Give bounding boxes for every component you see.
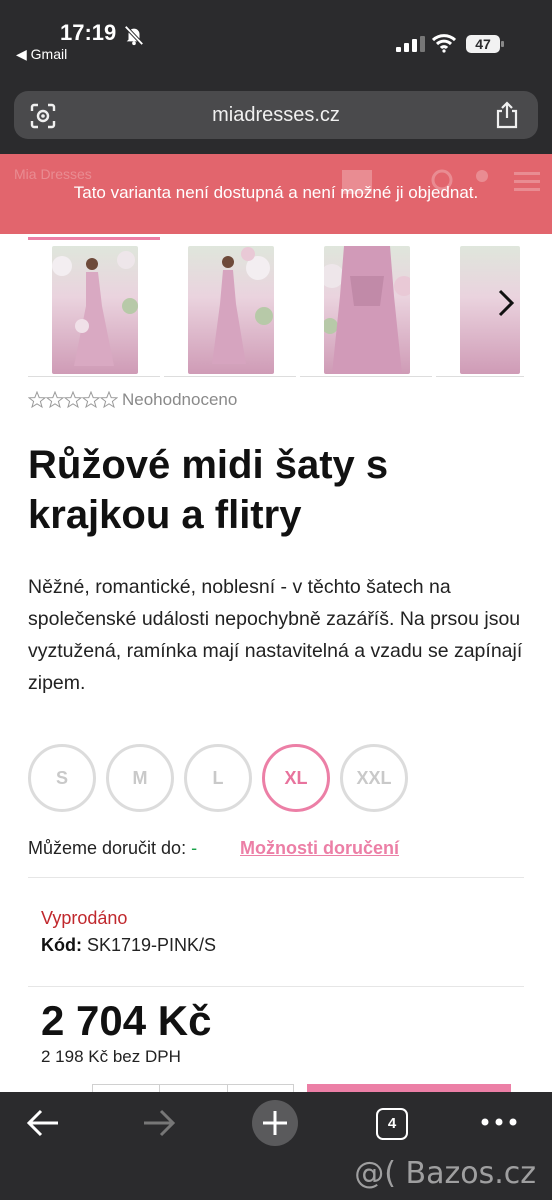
rating-label: Neohodnoceno (122, 390, 238, 409)
url-text[interactable]: miadresses.cz (14, 104, 538, 127)
status-time: 17:19 (60, 20, 117, 45)
size-option-xxl[interactable]: XXL (340, 744, 408, 812)
dress-photo-detail (324, 246, 410, 374)
back-arrow-icon[interactable] (26, 1108, 60, 1138)
product-code-label: Kód: (41, 935, 82, 955)
product-price: 2 704 Kč (41, 997, 212, 1044)
size-option-m[interactable]: M (106, 744, 174, 812)
dress-photo-side (188, 246, 274, 374)
product-code: Kód: SK1719-PINK/S (41, 935, 216, 956)
plus-icon (263, 1111, 287, 1135)
share-icon[interactable] (494, 101, 520, 129)
divider (28, 877, 524, 878)
empty-stars-icon (28, 391, 118, 409)
unavailable-variant-banner: Mia Dresses Tato varianta není dostupná … (0, 154, 552, 234)
size-option-xl[interactable]: XL (262, 744, 330, 812)
muted-bell-icon (124, 25, 144, 46)
delivery-options-link[interactable]: Možnosti doručení (240, 838, 399, 859)
status-bar: 17:19 ◀ Gmail 47 (0, 0, 552, 78)
battery-indicator: 47 (466, 35, 504, 53)
price-without-vat: 2 198 Kč bez DPH (41, 1047, 181, 1066)
product-code-value: SK1719-PINK/S (87, 935, 217, 955)
product-rating: Neohodnoceno (28, 388, 237, 412)
bazos-watermark: @( Bazos.cz (354, 1156, 536, 1191)
new-tab-button[interactable] (252, 1100, 298, 1146)
size-option-l[interactable]: L (184, 744, 252, 812)
product-thumbnail-2[interactable] (164, 240, 296, 377)
cellular-signal-icon (396, 36, 425, 52)
banner-message: Tato varianta není dostupná a není možné… (73, 183, 479, 202)
dress-photo-front (52, 246, 138, 374)
browser-chrome: miadresses.cz (0, 78, 552, 154)
site-logo-behind-banner: Mia Dresses (14, 166, 92, 182)
product-description: Něžné, romantické, noblesní - v těchto š… (28, 576, 523, 694)
forward-arrow-icon[interactable] (142, 1108, 176, 1138)
more-options-icon[interactable] (480, 1114, 518, 1130)
delivery-value: - (191, 838, 198, 858)
address-bar[interactable]: miadresses.cz (14, 91, 538, 139)
product-thumbnail-3[interactable] (300, 240, 432, 377)
stock-status: Vyprodáno (41, 908, 128, 928)
product-title: Růžové midi šaty s krajkou a flitry (28, 443, 389, 537)
product-thumbnail-1[interactable] (28, 237, 160, 377)
delivery-label: Můžeme doručit do: (28, 838, 187, 858)
back-to-app-link[interactable]: ◀ Gmail (16, 46, 67, 63)
tab-switcher-button[interactable]: 4 (376, 1108, 408, 1140)
delivery-info: Můžeme doručit do: - (28, 838, 197, 859)
browser-toolbar: 4 @( Bazos.cz (0, 1092, 552, 1200)
chevron-right-icon[interactable] (494, 288, 518, 318)
product-thumbnail-carousel (28, 237, 524, 378)
size-option-s[interactable]: S (28, 744, 96, 812)
divider (28, 986, 524, 987)
size-selector: S M L XL XXL (28, 744, 528, 812)
wifi-icon (432, 34, 456, 53)
